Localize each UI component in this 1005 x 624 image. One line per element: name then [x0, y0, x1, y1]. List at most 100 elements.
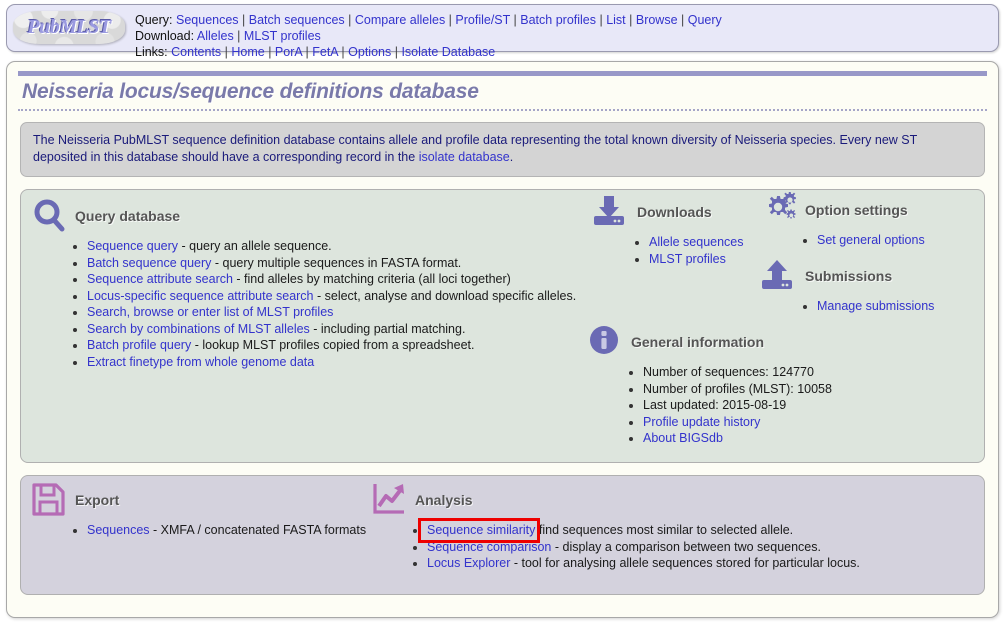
desc-sequence-attribute-search: - find alleles by matching criteria (all…	[232, 272, 511, 286]
export-header: Export	[29, 480, 379, 520]
nav-row-label-query: Query:	[135, 13, 173, 27]
nav-link-home[interactable]: Home	[231, 45, 264, 59]
nav-link-browse[interactable]: Browse	[636, 13, 678, 27]
info-icon	[585, 322, 627, 362]
general-information-title: General information	[631, 334, 765, 350]
nav-links-download: Alleles | MLST profiles	[196, 29, 321, 43]
nav-link-feta[interactable]: FetA	[312, 45, 338, 59]
logo-container: PubMLST	[7, 5, 135, 44]
link-profile-update-history[interactable]: Profile update history	[643, 415, 760, 429]
link-locus-specific-search[interactable]: Locus-specific sequence attribute search	[87, 289, 314, 303]
nav-link-contents[interactable]: Contents	[171, 45, 221, 59]
stat-number-of-profiles: Number of profiles (MLST): 10058	[643, 381, 832, 396]
desc-locus-explorer: - tool for analysing allele sequences st…	[510, 556, 860, 570]
link-sequence-attribute-search[interactable]: Sequence attribute search	[87, 272, 233, 286]
gear-icon	[759, 190, 801, 230]
list-item: Extract finetype from whole genome data	[87, 354, 589, 371]
list-item: Search, browse or enter list of MLST pro…	[87, 304, 589, 321]
query-database-links: Sequence query - query an allele sequenc…	[29, 238, 589, 370]
download-icon	[591, 192, 633, 232]
desc-batch-profile-query: - lookup MLST profiles copied from a spr…	[191, 338, 475, 352]
nav-row-links: Links: Contents | Home | PorA | FetA | O…	[135, 44, 722, 60]
link-search-combinations[interactable]: Search by combinations of MLST alleles	[87, 322, 310, 336]
primary-sections-panel: Query database Sequence query - query an…	[20, 189, 985, 463]
query-database-title: Query database	[75, 208, 181, 224]
downloads-header: Downloads	[591, 192, 771, 232]
desc-export-sequences: - XMFA / concatenated FASTA formats	[149, 523, 367, 537]
nav-link-list[interactable]: List	[606, 13, 625, 27]
analysis-header: Analysis	[369, 480, 989, 520]
nav-link-isolate-database[interactable]: Isolate Database	[401, 45, 495, 59]
export-block: Export Sequences - XMFA / concatenated F…	[29, 480, 379, 539]
list-item: MLST profiles	[649, 251, 771, 268]
submissions-block: Submissions Manage submissions	[759, 256, 1005, 315]
link-sequence-comparison[interactable]: Sequence comparison	[427, 540, 551, 554]
link-search-browse-profiles[interactable]: Search, browse or enter list of MLST pro…	[87, 305, 333, 319]
nav-link-options[interactable]: Options	[348, 45, 391, 59]
list-item: Batch sequence query - query multiple se…	[87, 255, 589, 272]
list-item: About BIGSdb	[643, 430, 1005, 447]
analysis-links: Sequence similarity find sequences most …	[369, 518, 989, 572]
link-set-general-options[interactable]: Set general options	[817, 233, 925, 247]
downloads-links: Allele sequences MLST profiles	[591, 234, 771, 267]
nav-link-pora[interactable]: PorA	[275, 45, 302, 59]
list-item: Allele sequences	[649, 234, 771, 251]
link-extract-finetype[interactable]: Extract finetype from whole genome data	[87, 355, 314, 369]
main-content-panel: Neisseria locus/sequence definitions dat…	[6, 61, 999, 618]
nav-link-profile-st[interactable]: Profile/ST	[455, 13, 510, 27]
list-item: Sequence query - query an allele sequenc…	[87, 238, 589, 255]
page-title: Neisseria locus/sequence definitions dat…	[22, 80, 479, 103]
general-information-header: General information	[585, 322, 1005, 362]
downloads-title: Downloads	[637, 204, 712, 220]
list-item: Locus Explorer - tool for analysing alle…	[427, 555, 989, 572]
list-item: Sequences - XMFA / concatenated FASTA fo…	[87, 522, 379, 539]
link-batch-profile-query[interactable]: Batch profile query	[87, 338, 191, 352]
nav-link-sequences[interactable]: Sequences	[176, 13, 239, 27]
analysis-title: Analysis	[415, 492, 473, 508]
nav-link-mlst-profiles[interactable]: MLST profiles	[244, 29, 321, 43]
link-batch-sequence-query[interactable]: Batch sequence query	[87, 256, 211, 270]
nav-link-alleles[interactable]: Alleles	[197, 29, 234, 43]
nav-links-query: Sequences | Batch sequences | Compare al…	[176, 13, 722, 27]
submissions-title: Submissions	[805, 268, 893, 284]
submissions-links: Manage submissions	[759, 298, 1005, 315]
nav-link-compare-alleles[interactable]: Compare alleles	[355, 13, 445, 27]
link-sequence-similarity[interactable]: Sequence similarity	[427, 523, 535, 537]
nav-row-label-download: Download:	[135, 29, 195, 43]
link-manage-submissions[interactable]: Manage submissions	[817, 299, 934, 313]
analysis-block: Analysis Sequence similarity find sequen…	[369, 480, 989, 572]
list-item: Profile update history	[643, 414, 1005, 431]
desc-search-combinations: - including partial matching.	[309, 321, 466, 336]
tools-sections-panel: Export Sequences - XMFA / concatenated F…	[20, 475, 985, 595]
link-export-sequences[interactable]: Sequences	[87, 523, 150, 537]
query-database-header: Query database	[29, 196, 589, 236]
list-item: Sequence attribute search - find alleles…	[87, 271, 589, 288]
site-header: PubMLST Query: Sequences | Batch sequenc…	[6, 4, 999, 59]
nav-link-query[interactable]: Query	[688, 13, 722, 27]
nav-link-batch-profiles[interactable]: Batch profiles	[520, 13, 596, 27]
link-about-bigsdb[interactable]: About BIGSdb	[643, 431, 723, 445]
link-mlst-profiles-download[interactable]: MLST profiles	[649, 252, 726, 266]
link-allele-sequences[interactable]: Allele sequences	[649, 235, 744, 249]
option-settings-links: Set general options	[759, 232, 1005, 249]
magnifier-icon	[29, 196, 71, 236]
database-description: The Neisseria PubMLST sequence definitio…	[20, 122, 985, 177]
sequence-similarity-highlight: Sequence similarity	[418, 518, 541, 543]
description-text-part2: .	[509, 150, 514, 164]
nav-link-batch-sequences[interactable]: Batch sequences	[249, 13, 345, 27]
option-settings-block: Option settings Set general options	[759, 190, 1005, 249]
option-settings-title: Option settings	[805, 202, 908, 218]
header-nav: Query: Sequences | Batch sequences | Com…	[135, 5, 722, 60]
link-sequence-query[interactable]: Sequence query	[87, 239, 178, 253]
link-locus-explorer[interactable]: Locus Explorer	[427, 556, 510, 570]
stat-last-updated: Last updated: 2015-08-19	[643, 398, 787, 412]
pubmlst-logo[interactable]: PubMLST	[13, 11, 125, 44]
list-item: Manage submissions	[817, 298, 1005, 315]
desc-sequence-query: - query an allele sequence.	[178, 239, 332, 253]
isolate-database-link[interactable]: isolate database	[419, 150, 510, 164]
pubmlst-logo-text: PubMLST	[27, 16, 111, 38]
list-item: Batch profile query - lookup MLST profil…	[87, 337, 589, 354]
list-item: Search by combinations of MLST alleles -…	[87, 321, 589, 338]
desc-locus-specific-search: - select, analyse and download specific …	[313, 288, 577, 303]
list-item: Sequence similarity find sequences most …	[418, 518, 989, 543]
